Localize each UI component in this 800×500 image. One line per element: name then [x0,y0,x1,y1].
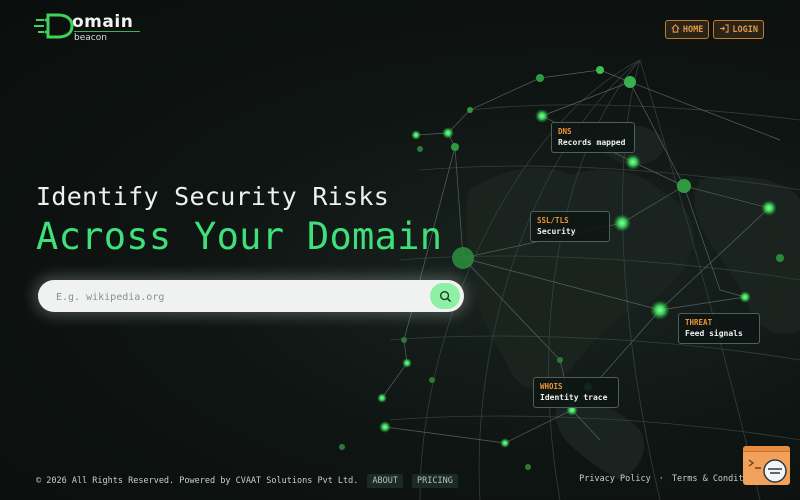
pricing-link[interactable]: PRICING [412,474,458,488]
dns-card: DNS Records mapped [551,122,635,153]
whois-card-subtitle: Identity trace [540,393,608,402]
home-button[interactable]: HOME [664,20,710,39]
threat-card-subtitle: Feed signals [685,329,743,338]
ssl-card-subtitle: Security [537,227,576,236]
login-button[interactable]: LOGIN [713,20,764,39]
threat-card-title: THREAT [685,318,713,327]
brand-name: omain [72,12,134,32]
search-button[interactable] [430,283,460,309]
logo-d-icon [34,13,74,39]
terminal-chat-icon [748,459,787,483]
home-icon [671,23,680,36]
copyright-text: © 2026 All Rights Reserved. Powered by C… [36,476,359,486]
brand-logo[interactable]: omain beacon [34,13,140,43]
login-icon [719,23,729,36]
footer-separator: · [658,474,664,484]
footer-right: Privacy Policy · Terms & Conditions [579,474,764,484]
top-nav: HOME LOGIN [664,20,764,39]
brand-subname: beacon [74,31,140,43]
ssl-card-title: SSL/TLS [537,216,569,225]
domain-search-input[interactable] [54,280,418,314]
dns-card-title: DNS [558,127,572,136]
search-icon [439,290,451,302]
domain-search-bar [38,280,464,314]
login-label: LOGIN [732,24,758,35]
whois-card-title: WHOIS [540,382,563,391]
hero-heading: Identify Security Risks [36,182,390,211]
privacy-policy-link[interactable]: Privacy Policy [579,474,651,484]
footer-left: © 2026 All Rights Reserved. Powered by C… [36,474,458,488]
threat-card: THREAT Feed signals [678,313,760,344]
dns-card-subtitle: Records mapped [558,138,626,147]
home-label: HOME [682,24,704,35]
about-link[interactable]: ABOUT [367,474,403,488]
whois-card: WHOIS Identity trace [533,377,619,408]
ssl-card: SSL/TLS Security [530,211,610,242]
hero-subheading: Across Your Domain [36,215,443,258]
chat-widget-button[interactable] [743,446,790,485]
